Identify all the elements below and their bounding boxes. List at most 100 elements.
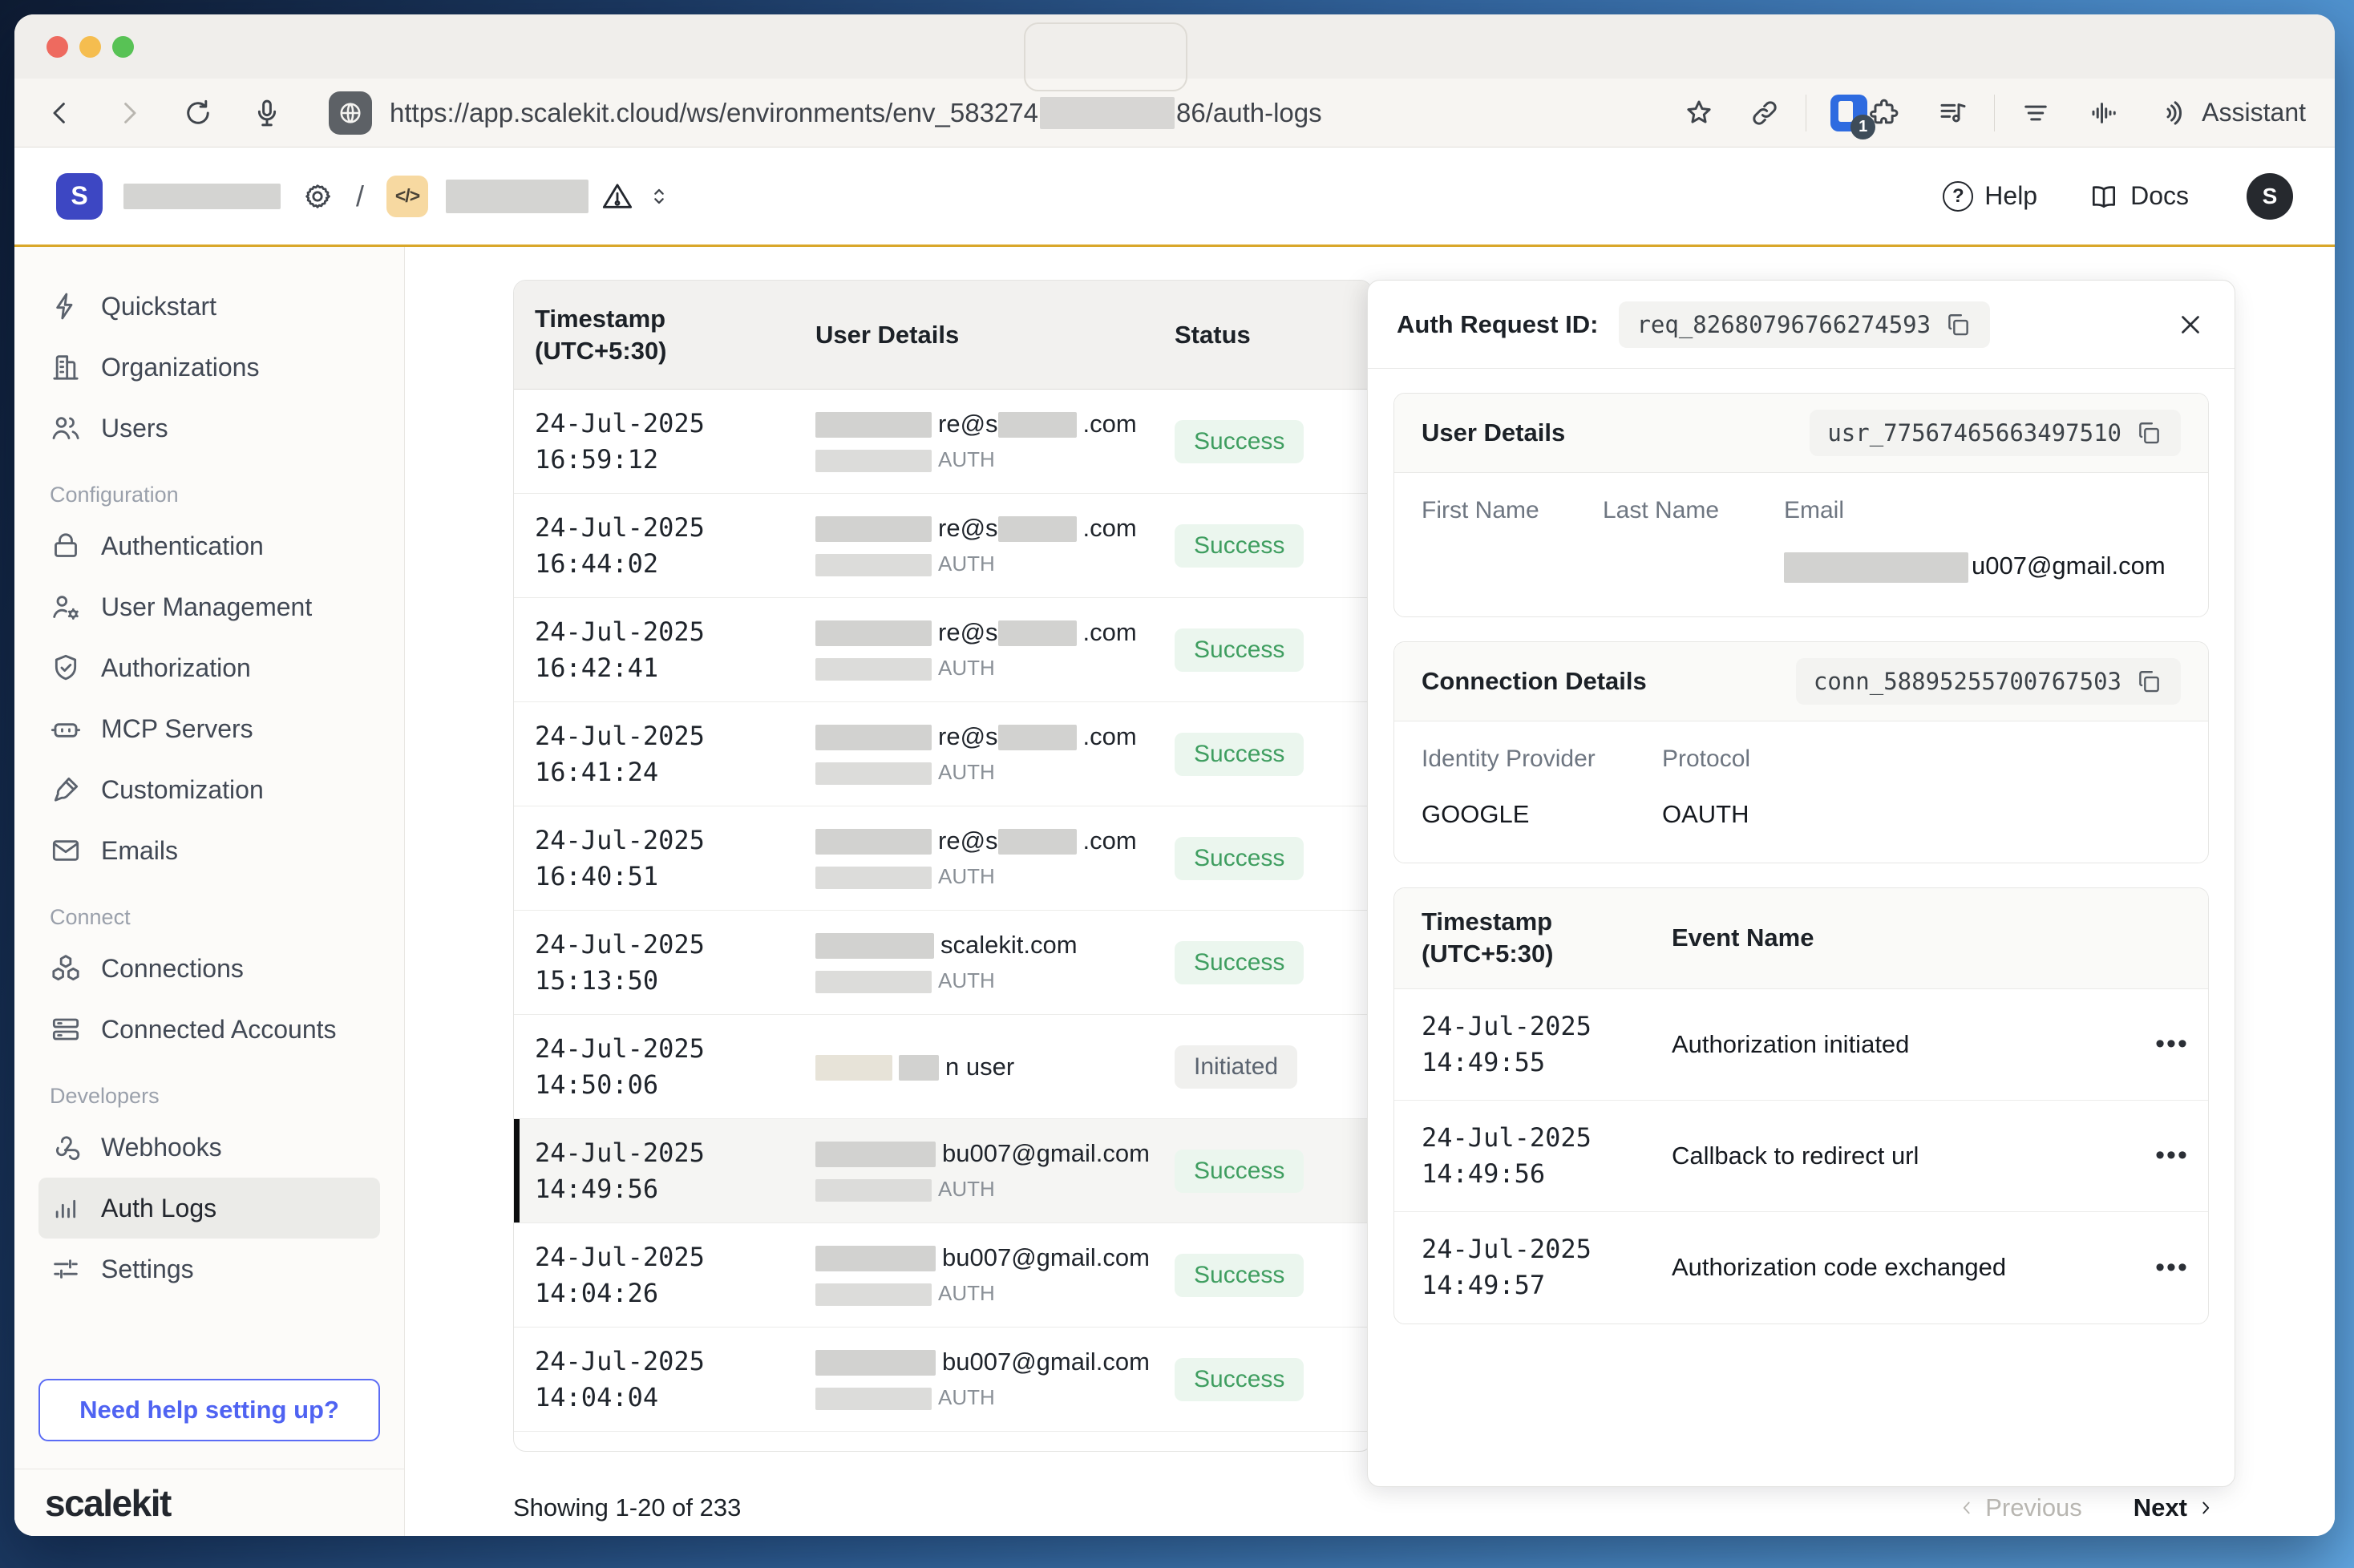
row-status-cell: Success <box>1175 1150 1372 1193</box>
row-status-cell: Success <box>1175 1254 1372 1297</box>
redacted-text <box>998 516 1077 542</box>
sidebar-item-mcp-servers[interactable]: MCP Servers <box>38 698 380 759</box>
copy-request-id-icon[interactable] <box>1945 311 1972 338</box>
sidebar-item-connections[interactable]: Connections <box>38 938 380 999</box>
sidebar-item-connected-accounts[interactable]: Connected Accounts <box>38 999 380 1060</box>
last-name-value <box>1603 552 1784 583</box>
auth-log-row[interactable]: 24-Jul-202515:13:50scalekit.comAUTHSucce… <box>514 911 1372 1015</box>
sidebar-item-label: Connected Accounts <box>101 1015 337 1045</box>
sidebar-item-settings[interactable]: Settings <box>38 1239 380 1299</box>
auth-log-row[interactable]: 24-Jul-202516:59:12re@s.comAUTHSuccess <box>514 390 1372 494</box>
copy-user-id-icon[interactable] <box>2136 419 2163 447</box>
forward-icon[interactable] <box>112 96 146 130</box>
redacted-text <box>815 516 932 542</box>
docs-button[interactable]: Docs <box>2089 181 2189 212</box>
sidebar-item-label: MCP Servers <box>101 714 253 744</box>
copy-connection-id-icon[interactable] <box>2136 668 2163 695</box>
password-extension-icon[interactable]: 1 <box>1830 95 1867 131</box>
bookmark-star-icon[interactable] <box>1682 96 1716 130</box>
visible-text: .com <box>1083 826 1137 855</box>
assistant-button[interactable]: Assistant <box>2157 96 2306 130</box>
breadcrumb-divider: / <box>356 180 364 213</box>
redacted-text <box>815 412 932 438</box>
auth-log-row[interactable]: 24-Jul-202514:50:06n userInitiated <box>514 1015 1372 1119</box>
sidebar-item-authentication[interactable]: Authentication <box>38 515 380 576</box>
redacted-text <box>815 725 932 750</box>
help-button[interactable]: ? Help <box>1943 181 2037 212</box>
voice-waveform-icon[interactable] <box>2088 96 2121 130</box>
row-time: 14:04:04 <box>535 1380 815 1416</box>
media-playlist-icon[interactable] <box>1936 96 1970 130</box>
row-status-cell: Success <box>1175 420 1372 463</box>
auth-request-id-label: Auth Request ID: <box>1397 310 1598 339</box>
url-redacted-segment <box>1040 97 1175 129</box>
row-user-details: re@s.comAUTH <box>815 719 1175 790</box>
environment-switcher-chevrons-icon[interactable] <box>646 184 672 209</box>
sidebar-item-user-management[interactable]: User Management <box>38 576 380 637</box>
sidebar-item-authorization[interactable]: Authorization <box>38 637 380 698</box>
event-actions-ellipsis-icon[interactable]: ••• <box>2136 1028 2208 1060</box>
sidebar-item-label: Users <box>101 414 168 443</box>
sidebar-item-webhooks[interactable]: Webhooks <box>38 1117 380 1178</box>
url-prefix: https://app.scalekit.cloud/ws/environmen… <box>390 98 1038 128</box>
user-line-1: bu007@gmail.com <box>815 1136 1175 1171</box>
event-time: 14:49:56 <box>1422 1156 1672 1192</box>
row-timestamp: 24-Jul-202514:04:04 <box>514 1344 815 1416</box>
status-badge: Success <box>1175 524 1304 568</box>
sidebar-item-organizations[interactable]: Organizations <box>38 337 380 398</box>
event-actions-ellipsis-icon[interactable]: ••• <box>2136 1252 2208 1283</box>
next-page-button[interactable]: Next <box>2134 1493 2216 1522</box>
workspace-settings-gear-icon[interactable] <box>301 180 334 212</box>
workspace-logo[interactable]: S <box>56 173 103 220</box>
auth-log-row[interactable]: 24-Jul-202514:04:26bu007@gmail.comAUTHSu… <box>514 1223 1372 1328</box>
visible-text: .com <box>1083 722 1137 750</box>
need-help-button[interactable]: Need help setting up? <box>38 1379 380 1441</box>
previous-page-button[interactable]: Previous <box>1956 1493 2082 1522</box>
sidebar-item-label: Auth Logs <box>101 1194 216 1223</box>
mic-icon[interactable] <box>250 96 284 130</box>
browser-tab-outline[interactable] <box>1024 22 1187 91</box>
site-globe-icon[interactable] <box>329 91 372 135</box>
sidebar-item-users[interactable]: Users <box>38 398 380 459</box>
row-user-details: bu007@gmail.comAUTH <box>815 1240 1175 1311</box>
sidebar-item-customization[interactable]: Customization <box>38 759 380 820</box>
auth-log-row[interactable]: 24-Jul-202516:40:51re@s.comAUTHSuccess <box>514 806 1372 911</box>
address-bar[interactable]: https://app.scalekit.cloud/ws/environmen… <box>390 97 1322 129</box>
scalekit-logo: scalekit <box>45 1481 171 1525</box>
close-window-button[interactable] <box>47 36 68 58</box>
cubes-icon <box>50 952 82 984</box>
timestamp-column-header: Timestamp (UTC+5:30) <box>514 303 815 367</box>
row-status-cell: Success <box>1175 1358 1372 1401</box>
browser-titlebar <box>14 14 2335 79</box>
auth-log-row[interactable]: 24-Jul-202516:44:02re@s.comAUTHSuccess <box>514 494 1372 598</box>
auth-log-row[interactable]: 24-Jul-202514:04:04bu007@gmail.comAUTHSu… <box>514 1328 1372 1432</box>
auth-log-row[interactable]: 24-Jul-202514:49:56bu007@gmail.comAUTHSu… <box>514 1119 1372 1223</box>
auth-log-row[interactable]: 24-Jul-202516:42:41re@s.comAUTHSuccess <box>514 598 1372 702</box>
redacted-text <box>815 450 932 472</box>
reading-list-icon[interactable] <box>2019 96 2053 130</box>
close-panel-icon[interactable] <box>2175 309 2206 340</box>
minimize-window-button[interactable] <box>79 36 101 58</box>
user-line-2: AUTH <box>815 650 1175 685</box>
redacted-text <box>815 620 932 646</box>
url-suffix: 86/auth-logs <box>1176 98 1322 128</box>
user-line-1: n user <box>815 1049 1175 1085</box>
status-badge: Success <box>1175 628 1304 672</box>
sidebar-section-label: Connect <box>38 905 380 930</box>
status-badge: Success <box>1175 1150 1304 1193</box>
user-avatar[interactable]: S <box>2247 173 2293 220</box>
workspace-name-redacted <box>123 184 281 209</box>
auth-log-row[interactable]: 24-Jul-202516:41:24re@s.comAUTHSuccess <box>514 702 1372 806</box>
copy-link-icon[interactable] <box>1748 96 1782 130</box>
user-id-pill: usr_77567465663497510 <box>1810 410 2181 456</box>
sidebar-item-emails[interactable]: Emails <box>38 820 380 881</box>
zoom-window-button[interactable] <box>112 36 134 58</box>
environment-badge[interactable]: </> <box>386 176 428 217</box>
reload-icon[interactable] <box>181 96 215 130</box>
event-actions-ellipsis-icon[interactable]: ••• <box>2136 1140 2208 1171</box>
visible-text: u007@gmail.com <box>1972 552 2166 580</box>
back-icon[interactable] <box>43 96 77 130</box>
redacted-text <box>815 829 932 855</box>
sidebar-item-auth-logs[interactable]: Auth Logs <box>38 1178 380 1239</box>
sidebar-item-quickstart[interactable]: Quickstart <box>38 276 380 337</box>
